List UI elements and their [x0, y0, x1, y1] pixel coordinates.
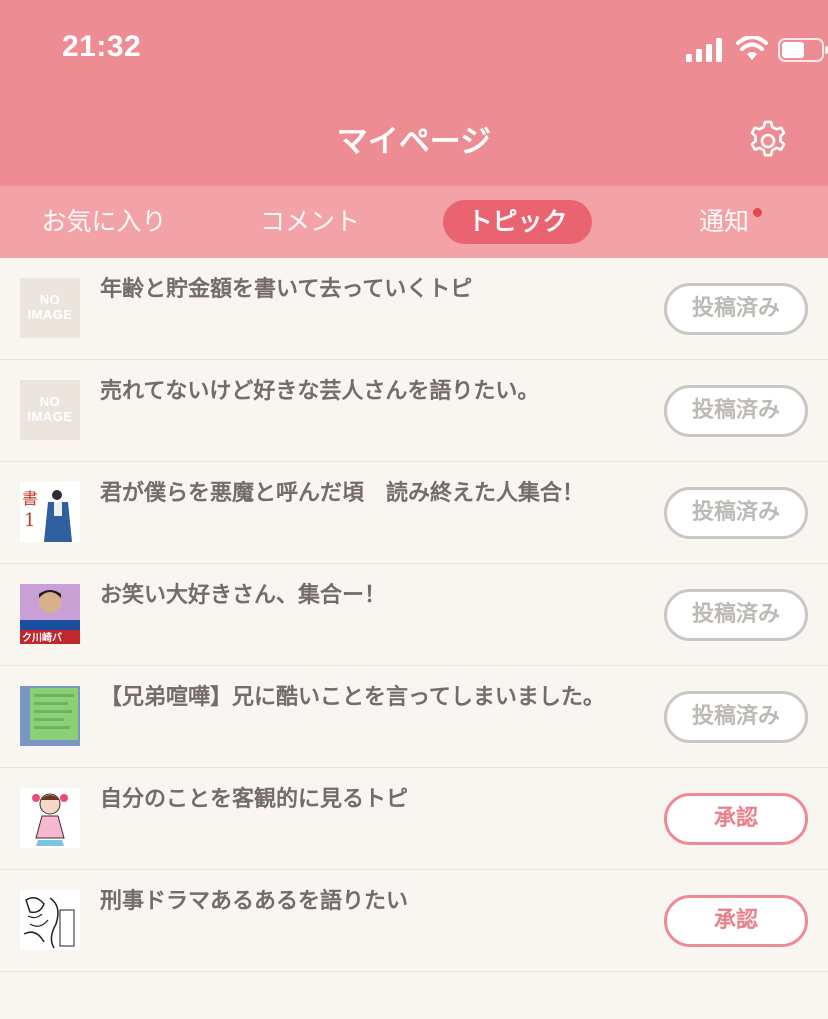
posted-button[interactable]: 投稿済み	[664, 589, 808, 641]
tab-label: お気に入り	[41, 207, 167, 236]
topic-title: お笑い大好きさん、集合ー！	[100, 583, 387, 608]
approve-button[interactable]: 承認	[664, 793, 808, 845]
manga-sketch-thumbnail	[20, 890, 80, 950]
svg-text:書: 書	[22, 489, 38, 508]
wifi-icon	[736, 36, 768, 60]
tab-topics[interactable]: トピック	[443, 200, 592, 244]
topic-title: 年齢と貯金額を書いて去っていくトピ	[100, 277, 473, 302]
topic-title: 自分のことを客観的に見るトピ	[100, 787, 409, 812]
no-image-thumbnail: NO IMAGE	[20, 380, 80, 440]
list-item[interactable]: NO IMAGE 年齢と貯金額を書いて去っていくトピ 投稿済み	[0, 258, 828, 360]
topic-title: 刑事ドラマあるあるを語りたい	[100, 889, 409, 914]
no-image-label: NO IMAGE	[27, 394, 73, 424]
posted-button[interactable]: 投稿済み	[664, 487, 808, 539]
tab-bar: お気に入り コメント トピック 通知	[0, 186, 828, 258]
approve-button[interactable]: 承認	[664, 895, 808, 947]
tab-notifications[interactable]: 通知	[696, 200, 762, 244]
tab-favorites[interactable]: お気に入り	[36, 200, 172, 244]
gear-icon[interactable]	[746, 118, 790, 162]
posted-button[interactable]: 投稿済み	[664, 283, 808, 335]
topic-list: NO IMAGE 年齢と貯金額を書いて去っていくトピ 投稿済み NO IMAGE 売…	[0, 258, 828, 972]
topic-title: 君が僕らを悪魔と呼んだ頃 読み終えた人集合！	[100, 481, 585, 506]
notification-dot	[753, 208, 762, 217]
svg-text:ク川崎バ: ク川崎バ	[22, 631, 62, 644]
tab-label: トピック	[467, 207, 568, 236]
list-item[interactable]: ク川崎バ お笑い大好きさん、集合ー！ 投稿済み	[0, 564, 828, 666]
page-title: マイページ	[336, 124, 492, 160]
list-item[interactable]: 【兄弟喧嘩】兄に酷いことを言ってしまいました。 投稿済み	[0, 666, 828, 768]
posted-button[interactable]: 投稿済み	[664, 385, 808, 437]
chat-screenshot-thumbnail	[20, 686, 80, 746]
list-item[interactable]: NO IMAGE 売れてないけど好きな芸人さんを語りたい。 投稿済み	[0, 360, 828, 462]
list-item[interactable]: 刑事ドラマあるあるを語りたい 承認	[0, 870, 828, 972]
no-image-label: NO IMAGE	[27, 292, 73, 322]
status-time: 21:32	[62, 30, 142, 63]
topic-title: 売れてないけど好きな芸人さんを語りたい。	[100, 379, 540, 404]
no-image-thumbnail: NO IMAGE	[20, 278, 80, 338]
tab-label: コメント	[259, 207, 360, 236]
manga-cover-thumbnail: 書 1	[20, 482, 80, 542]
signal-icon	[686, 38, 722, 62]
posted-button[interactable]: 投稿済み	[664, 691, 808, 743]
svg-text:1: 1	[24, 510, 35, 531]
header: 21:32 マイページ	[0, 0, 828, 186]
topic-title: 【兄弟喧嘩】兄に酷いことを言ってしまいました。	[100, 685, 605, 710]
tab-label: 通知	[698, 207, 749, 236]
list-item[interactable]: 自分のことを客観的に見るトピ 承認	[0, 768, 828, 870]
list-item[interactable]: 書 1 君が僕らを悪魔と呼んだ頃 読み終えた人集合！ 投稿済み	[0, 462, 828, 564]
comedian-photo-thumbnail: ク川崎バ	[20, 584, 80, 644]
tab-comments[interactable]: コメント	[256, 200, 364, 244]
battery-icon	[778, 38, 828, 62]
cartoon-girl-thumbnail	[20, 788, 80, 848]
